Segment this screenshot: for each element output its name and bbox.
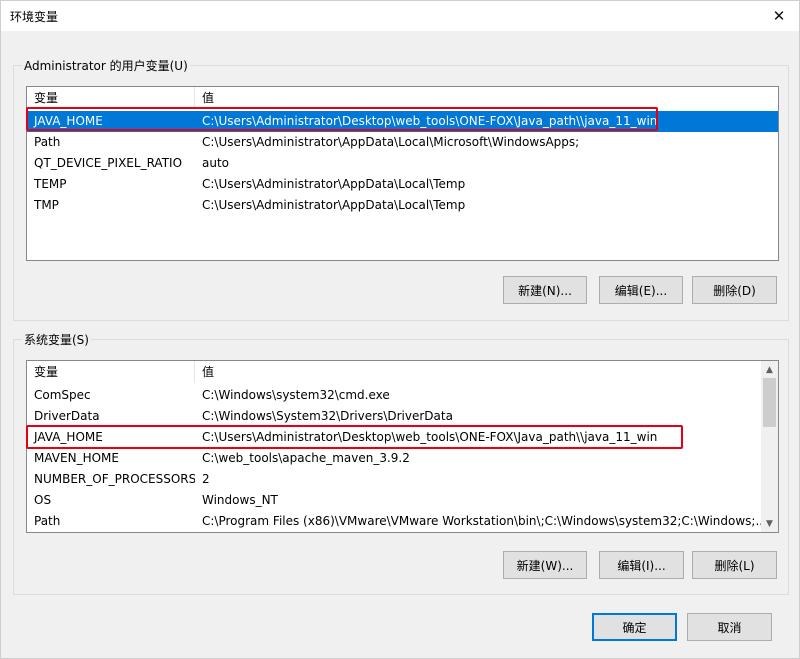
variable-name: NUMBER_OF_PROCESSORS — [34, 472, 195, 486]
variable-value: 2 — [202, 472, 210, 486]
scrollbar-thumb[interactable] — [763, 378, 776, 427]
variable-name: Path — [34, 135, 61, 149]
scroll-down-arrow-icon[interactable]: ▼ — [761, 515, 778, 532]
variable-value: C:\Users\Administrator\Desktop\web_tools… — [202, 430, 658, 444]
variable-value: C:\Windows\system32\cmd.exe — [202, 388, 390, 402]
variable-value: C:\web_tools\apache_maven_3.9.2 — [202, 451, 410, 465]
variable-name: JAVA_HOME — [34, 430, 103, 444]
variable-name: TEMP — [34, 177, 67, 191]
system-variables-legend: 系统变量(S) — [22, 331, 91, 348]
variable-name: TMP — [34, 198, 59, 212]
variable-value: Windows_NT — [202, 493, 278, 507]
system-delete-button[interactable]: 删除(L) — [692, 551, 777, 579]
scroll-up-arrow-icon[interactable]: ▲ — [761, 361, 778, 378]
system-var-row-os[interactable]: OS Windows_NT — [27, 490, 761, 511]
list-header: 变量 值 — [27, 87, 778, 109]
system-var-row-java-home[interactable]: JAVA_HOME C:\Users\Administrator\Desktop… — [27, 427, 761, 448]
system-var-row-maven-home[interactable]: MAVEN_HOME C:\web_tools\apache_maven_3.9… — [27, 448, 761, 469]
user-var-row-temp[interactable]: TEMP C:\Users\Administrator\AppData\Loca… — [27, 174, 778, 195]
user-delete-button[interactable]: 删除(D) — [692, 276, 777, 304]
column-header-value[interactable]: 值 — [195, 87, 778, 109]
system-var-row-driverdata[interactable]: DriverData C:\Windows\System32\Drivers\D… — [27, 406, 761, 427]
column-header-variable[interactable]: 变量 — [27, 361, 195, 383]
environment-variables-dialog: 环境变量 ✕ Administrator 的用户变量(U) 变量 值 JAVA_… — [0, 0, 800, 659]
system-var-row-comspec[interactable]: ComSpec C:\Windows\system32\cmd.exe — [27, 385, 761, 406]
variable-name: QT_DEVICE_PIXEL_RATIO — [34, 156, 183, 170]
variable-name: Path — [34, 514, 61, 528]
user-variables-list[interactable]: 变量 值 JAVA_HOME C:\Users\Administrator\De… — [26, 86, 779, 261]
variable-name: MAVEN_HOME — [34, 451, 119, 465]
window-title: 环境变量 — [10, 10, 59, 24]
column-header-variable[interactable]: 变量 — [27, 87, 195, 109]
ok-button[interactable]: 确定 — [592, 613, 677, 641]
system-new-button[interactable]: 新建(W)... — [503, 551, 587, 579]
cancel-button[interactable]: 取消 — [687, 613, 772, 641]
vertical-scrollbar[interactable]: ▲ ▼ — [761, 361, 778, 532]
user-var-row-java-home[interactable]: JAVA_HOME C:\Users\Administrator\Desktop… — [27, 111, 778, 132]
user-variables-group: Administrator 的用户变量(U) 变量 值 JAVA_HOME C:… — [13, 57, 789, 321]
variable-name: OS — [34, 493, 52, 507]
variable-value: C:\Users\Administrator\AppData\Local\Tem… — [202, 177, 466, 191]
title-bar: 环境变量 ✕ — [1, 1, 799, 31]
system-variables-list[interactable]: 变量 值 ComSpec C:\Windows\system32\cmd.exe… — [26, 360, 779, 533]
list-header: 变量 值 — [27, 361, 761, 383]
user-var-row-path[interactable]: Path C:\Users\Administrator\AppData\Loca… — [27, 132, 778, 153]
variable-value: C:\Users\Administrator\Desktop\web_tools… — [202, 114, 658, 128]
variable-value: auto — [202, 156, 230, 170]
column-header-value[interactable]: 值 — [195, 361, 761, 383]
variable-value: C:\Users\Administrator\AppData\Local\Tem… — [202, 198, 466, 212]
system-var-row-number-of-processors[interactable]: NUMBER_OF_PROCESSORS 2 — [27, 469, 761, 490]
variable-value: C:\Users\Administrator\AppData\Local\Mic… — [202, 135, 580, 149]
variable-name: JAVA_HOME — [34, 114, 103, 128]
variable-value: C:\Windows\System32\Drivers\DriverData — [202, 409, 453, 423]
variable-name: DriverData — [34, 409, 100, 423]
system-var-row-path[interactable]: Path C:\Program Files (x86)\VMware\VMwar… — [27, 511, 761, 532]
variable-name: ComSpec — [34, 388, 91, 402]
variable-value: C:\Program Files (x86)\VMware\VMware Wor… — [202, 514, 761, 528]
system-edit-button[interactable]: 编辑(I)... — [599, 551, 684, 579]
user-variables-legend: Administrator 的用户变量(U) — [22, 57, 190, 74]
close-icon[interactable]: ✕ — [759, 1, 799, 31]
user-var-row-tmp[interactable]: TMP C:\Users\Administrator\AppData\Local… — [27, 195, 778, 216]
user-new-button[interactable]: 新建(N)... — [503, 276, 587, 304]
user-var-row-qt-device-pixel-ratio[interactable]: QT_DEVICE_PIXEL_RATIO auto — [27, 153, 778, 174]
user-edit-button[interactable]: 编辑(E)... — [599, 276, 683, 304]
system-variables-group: 系统变量(S) 变量 值 ComSpec C:\Windows\system32… — [13, 331, 789, 595]
